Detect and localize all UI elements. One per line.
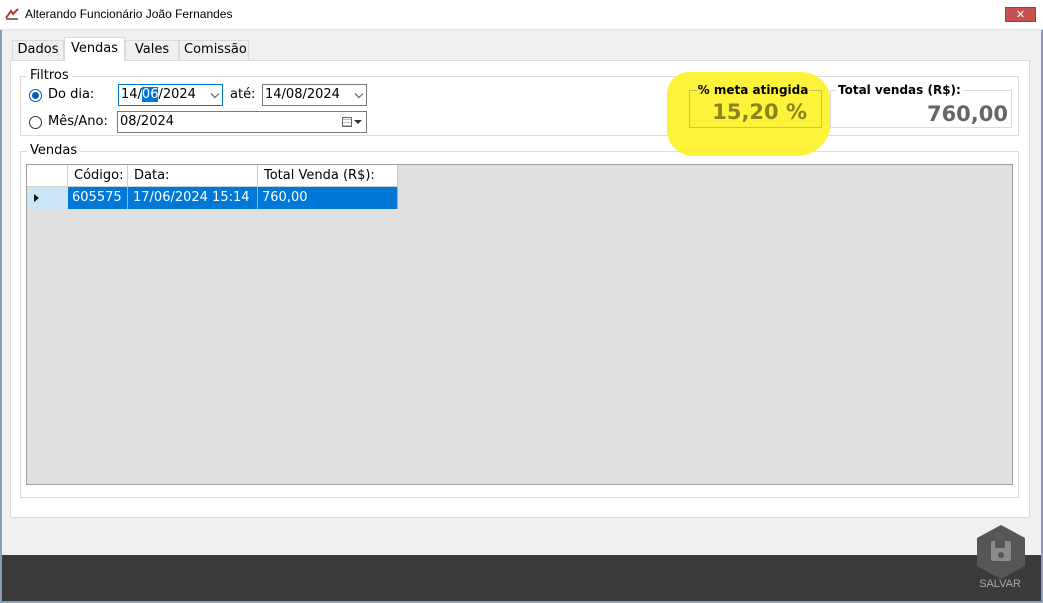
total-label: Total vendas (R$):	[836, 83, 963, 97]
current-row-arrow-icon	[34, 194, 39, 202]
calendar-icon[interactable]	[342, 117, 352, 127]
meta-value: 15,20 %	[712, 100, 807, 124]
filters-group-title: Filtros	[27, 68, 72, 83]
do-dia-radio[interactable]	[29, 89, 42, 102]
meta-label: % meta atingida	[697, 83, 809, 97]
app-logo-icon	[5, 8, 19, 20]
cell-codigo[interactable]: 605575	[68, 187, 128, 209]
chevron-down-icon[interactable]	[210, 89, 220, 99]
close-button[interactable]: ✕	[1005, 7, 1036, 22]
tab-dados[interactable]: Dados	[12, 40, 64, 60]
sales-group-title: Vendas	[27, 143, 81, 158]
grid-corner-header	[27, 165, 68, 187]
date-from-picker[interactable]: 14/06/2024	[118, 84, 223, 106]
window-title: Alterando Funcionário João Fernandes	[25, 7, 233, 21]
cell-data[interactable]: 17/06/2024 15:14	[128, 187, 258, 209]
mes-ano-label: Mês/Ano:	[48, 114, 108, 129]
sales-grid[interactable]: Código: Data: Total Venda (R$): 605575 1…	[26, 164, 1013, 485]
save-button[interactable]	[976, 524, 1026, 580]
cell-total[interactable]: 760,00	[258, 187, 398, 209]
column-header-data[interactable]: Data:	[128, 165, 258, 187]
column-header-codigo[interactable]: Código:	[68, 165, 128, 187]
date-to-value: 14/08/2024	[265, 87, 340, 102]
do-dia-label: Do dia:	[48, 87, 95, 102]
date-to-picker[interactable]: 14/08/2024	[262, 84, 367, 106]
footer-bar	[2, 555, 1041, 601]
date-from-month-selected: 06	[141, 87, 159, 102]
dropdown-arrow-icon[interactable]	[354, 120, 362, 124]
month-year-picker[interactable]: 08/2024	[117, 111, 367, 133]
save-label: SALVAR	[979, 578, 1021, 590]
column-header-total[interactable]: Total Venda (R$):	[258, 165, 398, 187]
tab-comissao[interactable]: Comissão	[179, 40, 249, 60]
chevron-down-icon[interactable]	[354, 89, 364, 99]
floppy-disk-icon	[991, 541, 1011, 561]
tab-vales[interactable]: Vales	[125, 40, 179, 60]
tab-vendas[interactable]: Vendas	[64, 37, 125, 61]
date-from-day: 14/	[121, 87, 142, 102]
mes-ano-radio[interactable]	[29, 116, 42, 129]
date-from-year: /2024	[158, 87, 196, 102]
window-border-left	[0, 30, 2, 603]
month-year-value: 08/2024	[120, 114, 175, 129]
total-value: 760,00	[926, 102, 1008, 126]
ate-label: até:	[230, 87, 256, 102]
row-header[interactable]	[27, 187, 68, 209]
